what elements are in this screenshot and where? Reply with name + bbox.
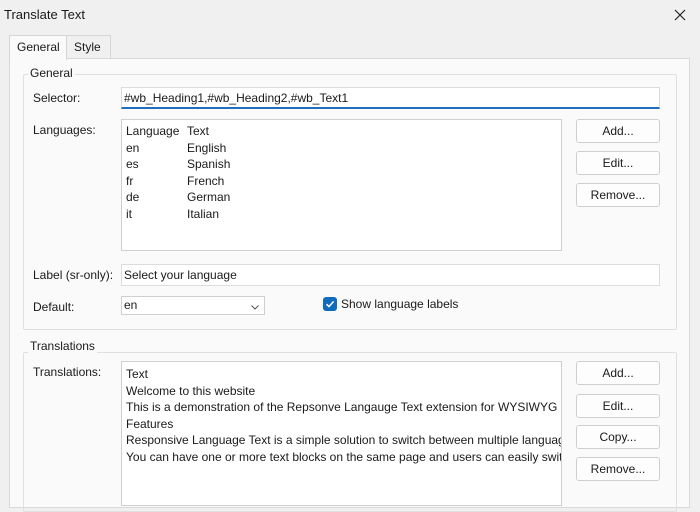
tab-general[interactable]: General	[9, 35, 67, 60]
close-button[interactable]	[660, 0, 700, 30]
language-text: Italian	[187, 206, 220, 221]
list-item[interactable]: Welcome to this website	[122, 383, 561, 400]
language-code: it	[126, 206, 132, 221]
show-language-labels-label[interactable]: Show language labels	[341, 297, 458, 311]
checkmark-icon	[325, 300, 335, 308]
list-item[interactable]: Features	[122, 416, 561, 433]
list-item[interactable]: de German	[122, 189, 561, 206]
language-text: English	[187, 140, 227, 155]
list-item[interactable]: You can have one or more text blocks on …	[122, 449, 561, 466]
show-language-labels-checkbox[interactable]	[323, 297, 337, 311]
translations-list-header: Text	[126, 367, 149, 381]
chevron-down-icon	[250, 300, 260, 317]
language-text: Spanish	[187, 157, 231, 171]
list-item[interactable]: Responsive Language Text is a simple sol…	[122, 432, 561, 449]
language-code: en	[126, 140, 140, 155]
language-code: es	[126, 157, 139, 171]
default-language-select[interactable]: en	[121, 296, 265, 315]
list-item[interactable]: fr French	[122, 173, 561, 190]
selector-input[interactable]: #wb_Heading1,#wb_Heading2,#wb_Text1	[121, 87, 660, 109]
list-item[interactable]: en English	[122, 140, 561, 157]
edit-language-button[interactable]: Edit...	[576, 151, 660, 175]
general-group-title: General	[28, 66, 75, 80]
list-item[interactable]: This is a demonstration of the Repsonve …	[122, 399, 561, 416]
remove-language-button[interactable]: Remove...	[576, 183, 660, 207]
list-item[interactable]: es Spanish	[122, 156, 561, 173]
remove-translation-button[interactable]: Remove...	[576, 457, 660, 481]
add-language-button[interactable]: Add...	[576, 119, 660, 143]
default-language-value: en	[124, 298, 138, 312]
tab-style[interactable]: Style	[67, 35, 111, 59]
language-text: French	[187, 173, 225, 188]
tab-general-label: General	[17, 40, 60, 54]
language-text: German	[187, 190, 231, 204]
languages-label: Languages:	[33, 123, 96, 137]
edit-translation-button[interactable]: Edit...	[576, 394, 660, 418]
selector-label: Selector:	[33, 91, 81, 105]
close-icon	[674, 9, 686, 21]
default-label: Default:	[33, 300, 75, 314]
tab-style-label: Style	[74, 40, 101, 54]
languages-list-header: Language Text	[122, 123, 561, 140]
label-sr-only-input[interactable]: Select your language	[121, 264, 660, 286]
languages-col-text: Text	[187, 124, 210, 138]
window-title: Translate Text	[4, 7, 85, 22]
translations-group-title: Translations	[28, 339, 97, 353]
translations-label: Translations:	[33, 365, 102, 379]
copy-translation-button[interactable]: Copy...	[576, 425, 660, 449]
languages-col-language: Language	[126, 124, 180, 138]
language-code: de	[126, 190, 140, 204]
title-bar: Translate Text	[0, 0, 700, 30]
label-sr-only-label: Label (sr-only):	[33, 268, 114, 282]
translations-list[interactable]: Text Welcome to this website This is a d…	[121, 361, 562, 506]
languages-list[interactable]: Language Text en English es Spanish fr Frenc…	[121, 119, 562, 251]
add-translation-button[interactable]: Add...	[576, 361, 660, 385]
language-code: fr	[126, 173, 134, 188]
list-item[interactable]: it Italian	[122, 206, 561, 223]
